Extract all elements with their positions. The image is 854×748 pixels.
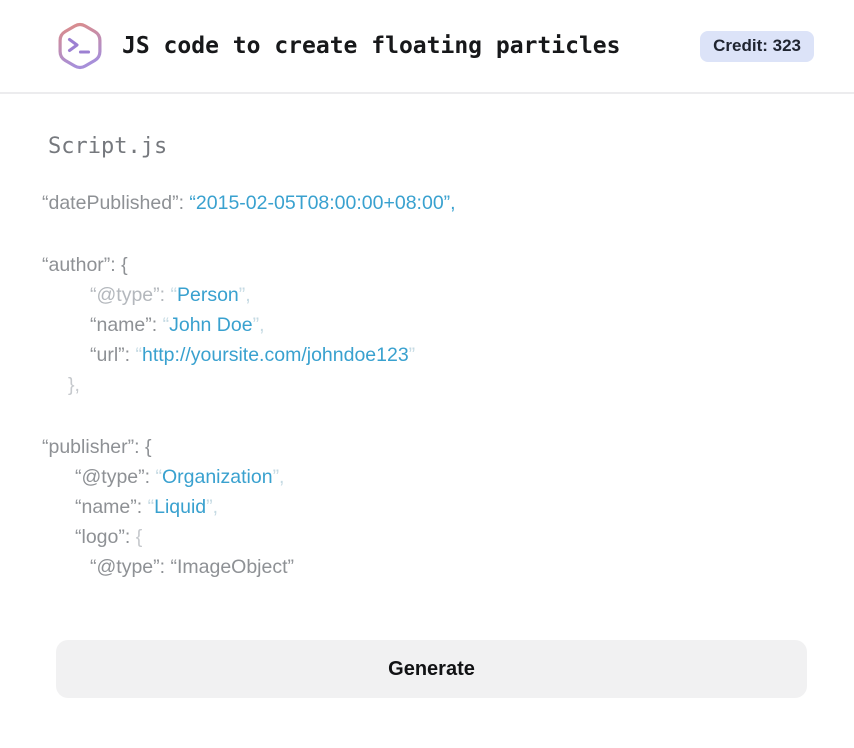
generate-button[interactable]: Generate	[56, 640, 807, 698]
code-line: “name”: “Liquid”,	[42, 492, 807, 522]
code-segment: “datePublished”:	[42, 192, 190, 214]
code-line: “url”: “http://yoursite.com/johndoe123”	[42, 340, 807, 370]
code-line: },	[42, 370, 807, 400]
code-segment: ”,	[272, 466, 285, 488]
credit-badge: Credit: 323	[700, 30, 814, 62]
code-segment: “publisher”: {	[42, 436, 152, 458]
code-line: “author”: {	[42, 250, 807, 280]
code-segment: “logo”:	[75, 526, 136, 548]
code-line: “@type”: “Organization”,	[42, 462, 807, 492]
code-line: “logo”: {	[42, 522, 807, 552]
page-title: JS code to create floating particles	[122, 33, 621, 59]
code-segment: },	[68, 374, 80, 396]
code-segment: “author”: {	[42, 254, 128, 276]
code-segment: ”,	[252, 314, 265, 336]
code-segment: Person	[176, 284, 239, 306]
code-segment: John Doe	[169, 314, 253, 336]
code-block: “datePublished”: “2015-02-05T08:00:00+08…	[42, 188, 807, 582]
code-line: “datePublished”: “2015-02-05T08:00:00+08…	[42, 188, 807, 218]
code-segment: “2015-02-05T08:00:00+08:00”,	[189, 192, 456, 214]
code-segment: http://yoursite.com/johndoe123	[142, 344, 409, 366]
main-content: Script.js “datePublished”: “2015-02-05T0…	[0, 94, 854, 582]
code-segment: Organization	[161, 466, 273, 488]
code-segment: ”,	[206, 496, 219, 518]
file-name-heading: Script.js	[48, 134, 168, 159]
code-segment: “@type”:	[90, 284, 171, 306]
terminal-prompt-hexagon-icon	[58, 22, 102, 70]
code-segment: Liquid	[154, 496, 207, 518]
code-segment: “@type”:	[75, 466, 156, 488]
code-segment: ”,	[238, 284, 251, 306]
code-segment: “name”:	[90, 314, 163, 336]
code-segment: “@type”: “ImageObject”	[90, 556, 295, 578]
code-line: “publisher”: {	[42, 432, 807, 462]
code-segment: “url”:	[90, 344, 136, 366]
header: JS code to create floating particles Cre…	[0, 0, 854, 94]
code-line: “name”: “John Doe”,	[42, 310, 807, 340]
code-segment: {	[135, 526, 143, 548]
code-line: “@type”: “ImageObject”	[42, 552, 807, 582]
code-segment: “name”:	[75, 496, 148, 518]
code-line: “@type”: “Person”,	[42, 280, 807, 310]
code-segment: ”	[408, 344, 416, 366]
